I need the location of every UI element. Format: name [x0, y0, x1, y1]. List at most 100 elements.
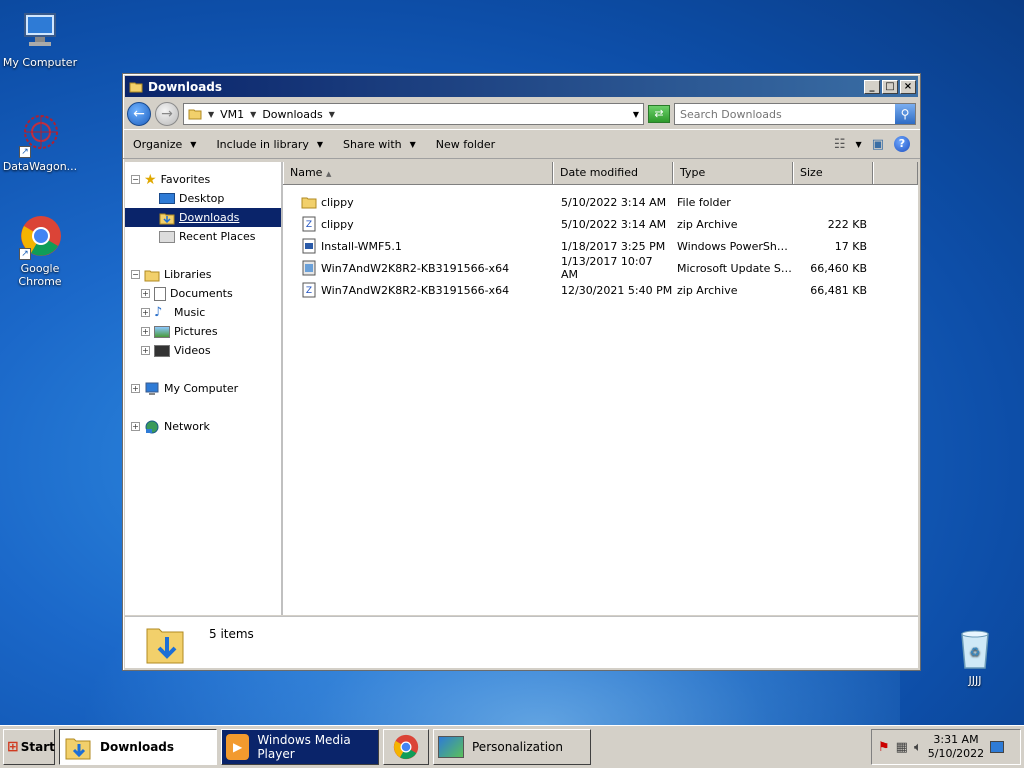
nav-my-computer[interactable]: + My Computer [125, 379, 281, 398]
minimize-button[interactable]: _ [864, 79, 880, 94]
nav-label: Network [164, 420, 210, 433]
include-in-library-button[interactable]: Include in library ▼ [216, 138, 323, 151]
column-header-type[interactable]: Type [673, 162, 793, 184]
search-icon[interactable]: ⚲ [895, 104, 915, 124]
show-desktop-icon[interactable] [990, 741, 1005, 753]
collapse-icon[interactable]: − [131, 175, 140, 184]
view-options-icon[interactable]: ☷ [834, 137, 846, 152]
organize-label: Organize [133, 137, 183, 151]
nav-documents[interactable]: + Documents [125, 284, 281, 303]
forward-button[interactable]: → [155, 102, 179, 126]
volume-icon[interactable]: 🔈︎ [914, 740, 922, 755]
nav-label: My Computer [164, 382, 239, 395]
column-header-spacer [873, 162, 918, 184]
address-bar[interactable]: ▼ VM1 ▼ Downloads ▼ ▼ [183, 103, 644, 125]
column-header-name[interactable]: Name ▲ [283, 162, 553, 184]
file-type: Microsoft Update St... [677, 261, 793, 275]
clock[interactable]: 3:31 AM 5/10/2022 [928, 733, 984, 761]
taskbar: ⊞ Start Downloads ▶ Windows Media Player… [0, 725, 1024, 768]
file-row[interactable]: Win7AndW2K8R2-KB3191566-x64 1/13/2017 10:… [283, 255, 918, 281]
chevron-right-icon: ▼ [208, 109, 215, 119]
breadcrumb-item[interactable]: Downloads [262, 108, 322, 121]
share-with-button[interactable]: Share with ▼ [343, 138, 416, 151]
details-pane: 5 items [125, 616, 918, 668]
nav-favorites[interactable]: − ★ Favorites [125, 170, 281, 189]
chevron-down-icon[interactable]: ▼ [856, 140, 862, 149]
file-rows: clippy 5/10/2022 3:14 AM File folder Zclipp… [283, 191, 918, 301]
search-input[interactable] [675, 105, 895, 123]
file-name: Install-WMF5.1 [321, 239, 402, 253]
file-date: 1/18/2017 3:25 PM [561, 239, 666, 253]
nav-recent-places[interactable]: Recent Places [125, 227, 281, 246]
expand-icon[interactable]: + [131, 422, 140, 431]
taskbar-item-chrome[interactable] [383, 729, 429, 765]
file-name: clippy [321, 195, 354, 209]
expand-icon[interactable]: + [141, 327, 150, 336]
nav-downloads[interactable]: Downloads [125, 208, 281, 227]
nav-desktop[interactable]: Desktop [125, 189, 281, 208]
sort-ascending-icon: ▲ [325, 170, 332, 178]
shortcut-arrow-icon: ↗ [19, 146, 31, 158]
desktop-icon-my-computer[interactable]: My Computer [0, 8, 80, 69]
desktop-icon-datawagon[interactable]: ↗ DataWagon... [0, 112, 80, 173]
folder-icon [301, 195, 317, 209]
file-row[interactable]: Install-WMF5.1 1/18/2017 3:25 PM Windows P… [283, 235, 918, 257]
zip-icon: Z [301, 282, 317, 298]
chevron-right-icon[interactable]: ▼ [329, 110, 335, 119]
recycle-bin-icon: ♻ [952, 626, 998, 672]
computer-icon [17, 8, 63, 54]
folder-icon [129, 82, 143, 92]
start-button[interactable]: ⊞ Start [3, 729, 55, 765]
expand-icon[interactable]: + [141, 346, 150, 355]
taskbar-item-downloads[interactable]: Downloads [59, 729, 217, 765]
file-row[interactable]: Z Win7AndW2K8R2-KB3191566-x64 12/30/2021 5… [283, 279, 918, 301]
taskbar-item-media-player[interactable]: ▶ Windows Media Player [221, 729, 379, 765]
preview-pane-icon[interactable]: ▣ [872, 137, 884, 152]
include-label: Include in library [216, 137, 309, 151]
nav-videos[interactable]: + Videos [125, 341, 281, 360]
nav-label: Recent Places [179, 230, 256, 243]
breadcrumb-item[interactable]: VM1 [220, 108, 244, 121]
file-type: File folder [677, 195, 731, 209]
expand-icon[interactable]: + [131, 384, 140, 393]
nav-pictures[interactable]: + Pictures [125, 322, 281, 341]
file-row[interactable]: Zclippy 5/10/2022 3:14 AM zip Archive 222 K… [283, 213, 918, 235]
chevron-down-icon[interactable]: ▼ [633, 110, 639, 119]
nav-label: Desktop [179, 192, 225, 205]
nav-libraries[interactable]: − Libraries [125, 265, 281, 284]
column-header-date[interactable]: Date modified [553, 162, 673, 184]
desktop-icon-recycle-bin[interactable]: ♻ JJJJ [935, 626, 1015, 687]
nav-label: Videos [174, 344, 211, 357]
network-icon [145, 420, 159, 433]
column-header-size[interactable]: Size [793, 162, 873, 184]
organize-button[interactable]: Organize ▼ [133, 138, 196, 151]
nav-label: Downloads [179, 211, 240, 224]
taskbar-item-personalization[interactable]: Personalization [433, 729, 591, 765]
close-button[interactable]: × [900, 79, 916, 94]
nav-network[interactable]: + Network [125, 417, 281, 436]
back-button[interactable]: ← [127, 102, 151, 126]
file-row[interactable]: clippy 5/10/2022 3:14 AM File folder [283, 191, 918, 213]
help-icon[interactable]: ? [894, 136, 910, 152]
refresh-button[interactable]: ⇄ [648, 105, 670, 123]
expand-icon[interactable]: + [141, 289, 150, 298]
window-titlebar[interactable]: Downloads _ □ × [125, 76, 918, 97]
zip-icon: Z [301, 216, 317, 232]
network-tray-icon[interactable]: ▦ [896, 740, 908, 755]
maximize-button[interactable]: □ [882, 79, 898, 94]
new-folder-button[interactable]: New folder [436, 138, 495, 151]
svg-text:♻: ♻ [970, 645, 981, 659]
file-list: Name ▲ Date modified Type Size clippy 5/1… [283, 162, 918, 615]
media-player-icon: ▶ [226, 734, 250, 760]
chevron-right-icon[interactable]: ▼ [250, 110, 256, 119]
desktop-icon-google-chrome[interactable]: ↗ Google Chrome [0, 214, 80, 288]
collapse-icon[interactable]: − [131, 270, 140, 279]
nav-label: Libraries [164, 268, 212, 281]
file-name: Win7AndW2K8R2-KB3191566-x64 [321, 261, 510, 275]
file-date: 5/10/2022 3:14 AM [561, 217, 667, 231]
expand-icon[interactable]: + [141, 308, 150, 317]
nav-music[interactable]: + ♪ Music [125, 303, 281, 322]
action-center-flag-icon[interactable]: ⚑ [878, 740, 890, 755]
arrow-right-icon: → [161, 106, 173, 122]
personalization-icon [438, 736, 464, 758]
